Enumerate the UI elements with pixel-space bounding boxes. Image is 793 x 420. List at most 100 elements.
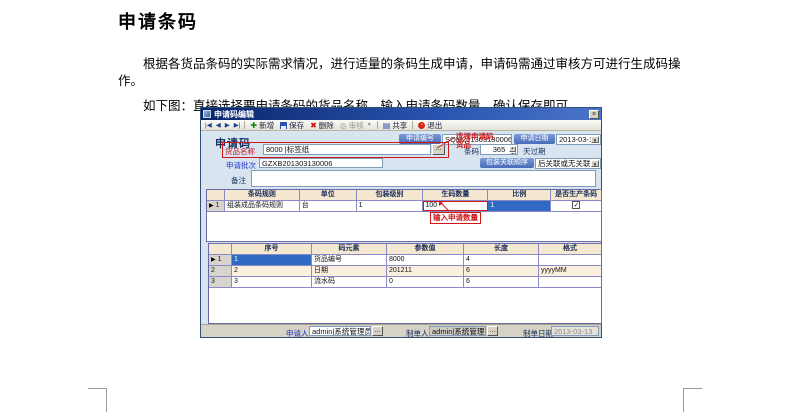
cell-format[interactable]: yyyyMM [539, 266, 601, 276]
column-header[interactable]: 参数值 [387, 244, 464, 254]
column-header[interactable]: 序号 [232, 244, 312, 254]
elements-grid-row[interactable]: 3 3 流水码 0 6 [209, 277, 601, 288]
applicant-browse-button[interactable]: ... [372, 326, 383, 336]
cell-generate-qty[interactable]: 100 [423, 201, 488, 211]
cell-element[interactable]: 货品编号 [312, 255, 387, 265]
row-number: 1 [216, 202, 220, 209]
window-title: 申请码编辑 [214, 109, 589, 120]
cell-rule[interactable]: 组装成品条码规则 [225, 201, 300, 211]
cell-element[interactable]: 日期 [312, 266, 387, 276]
annotation-select-goods: 选择申请码 货品 [456, 133, 494, 149]
audit-icon: ◎ [340, 121, 347, 130]
column-header[interactable]: 包装级别 [357, 190, 424, 200]
package-order-value: 后关联或无关联 [538, 159, 591, 168]
annotation-line: 货品 [456, 141, 494, 149]
elements-grid-row[interactable]: ▶ 1 1 货品编号 8000 4 [209, 255, 601, 266]
nav-prev-button[interactable]: ◀ [214, 121, 223, 129]
toolbar-separator [377, 121, 378, 129]
column-header[interactable]: 格式 [539, 244, 601, 254]
toolbar: |◀ ◀ ▶ ▶| ✚ 新增 保存 ✖ 删除 ◎ 审核 ▼ [201, 120, 601, 131]
row-header: 3 [209, 277, 232, 287]
add-button-label: 新增 [259, 120, 274, 131]
crop-mark [683, 388, 702, 389]
cell-format[interactable] [539, 255, 601, 265]
cell-length[interactable]: 6 [464, 277, 539, 287]
share-button-label: 共享 [392, 120, 407, 131]
apply-date-combo[interactable]: 2013-03-13 ▼ [556, 134, 601, 145]
window-titlebar: 申请码编辑 × [201, 108, 601, 120]
apply-date-dropdown-icon[interactable]: ▼ [591, 136, 599, 143]
spin-down-icon[interactable]: ▼ [509, 152, 516, 156]
row-number: 1 [218, 256, 222, 263]
row-number: 2 [211, 267, 215, 274]
applicant-label: 申请人 [286, 328, 309, 339]
column-header[interactable]: 比例 [488, 190, 551, 200]
save-button[interactable]: 保存 [277, 120, 307, 130]
cell-param[interactable]: 201211 [387, 266, 464, 276]
add-button[interactable]: ✚ 新增 [247, 120, 277, 130]
column-header[interactable]: 码元素 [312, 244, 387, 254]
cell-length[interactable]: 4 [464, 255, 539, 265]
maker-browse-button[interactable]: ... [487, 326, 498, 336]
row-number: 3 [211, 278, 215, 285]
production-barcode-checkbox[interactable]: ✓ [572, 201, 580, 209]
annotation-input-qty: 输入申请数量 [430, 212, 481, 224]
package-order-combo[interactable]: 后关联或无关联 ▼ [535, 158, 601, 169]
exit-button[interactable]: - 退出 [415, 120, 445, 130]
cell-ratio[interactable]: 1 [488, 201, 551, 211]
elements-grid-row[interactable]: 2 2 日期 201211 6 yyyyMM [209, 266, 601, 277]
cell-seq[interactable]: 3 [232, 277, 312, 287]
exit-icon: - [418, 122, 425, 129]
add-icon: ✚ [250, 121, 257, 130]
cell-element[interactable]: 流水码 [312, 277, 387, 287]
cell-param[interactable]: 0 [387, 277, 464, 287]
nav-last-button[interactable]: ▶| [232, 121, 243, 129]
cell-production-barcode[interactable]: ✓ [551, 201, 601, 211]
delete-button[interactable]: ✖ 删除 [307, 120, 337, 130]
window-icon [203, 110, 211, 118]
package-order-label: 包装关联顺序 [480, 158, 534, 168]
cell-package-level[interactable]: 1 [357, 201, 424, 211]
column-header[interactable]: 生码数量 [423, 190, 488, 200]
footer-bar: 申请人 admin|系统管理员 ... 制单人 admin|系统管理员 ... … [201, 324, 601, 337]
column-header[interactable]: 长度 [464, 244, 539, 254]
cell-unit[interactable]: 台 [300, 201, 357, 211]
form-body: 申请码 申请编号 SQM201303130006 申请日期 2013-03-13… [201, 131, 601, 326]
column-header[interactable]: 单位 [300, 190, 357, 200]
nav-first-button[interactable]: |◀ [203, 121, 214, 129]
close-icon[interactable]: × [589, 110, 599, 119]
current-row-icon: ▶ [209, 203, 214, 209]
column-header[interactable]: 条码规则 [225, 190, 300, 200]
cell-seq[interactable]: 2 [232, 266, 312, 276]
share-button[interactable]: ▤ 共享 [380, 120, 411, 130]
make-date-label: 制单日期 [523, 328, 553, 339]
audit-button[interactable]: ◎ 审核 ▼ [337, 120, 375, 130]
goods-browse-button[interactable]: ... [432, 144, 445, 155]
make-date-input[interactable]: 2013-03-13 [551, 326, 599, 336]
rules-grid-row[interactable]: ▶ 1 组装成品条码规则 台 1 100 1 ✓ [207, 201, 601, 212]
crop-mark [88, 388, 107, 389]
barcode-days-spinner[interactable]: ▲ ▼ [509, 146, 516, 155]
package-order-dropdown-icon[interactable]: ▼ [591, 160, 599, 167]
cell-param[interactable]: 8000 [387, 255, 464, 265]
page-title: 申请条码 [118, 8, 696, 34]
row-header: ▶ 1 [207, 201, 225, 211]
remark-input[interactable] [251, 170, 596, 187]
cell-seq[interactable]: 1 [232, 255, 312, 265]
cell-format[interactable] [539, 277, 601, 287]
nav-next-button[interactable]: ▶ [223, 121, 232, 129]
maker-input[interactable]: admin|系统管理员 [429, 326, 486, 336]
goods-name-input[interactable]: 8000 |标签纸 [263, 144, 431, 155]
batch-input[interactable]: GZXB201303130006 [259, 158, 383, 168]
delete-button-label: 删除 [319, 120, 334, 131]
toolbar-separator [412, 121, 413, 129]
remark-label: 备注 [231, 175, 246, 186]
barcode-expire-label: 天过期 [523, 146, 546, 157]
grid-corner [207, 190, 225, 200]
toolbar-separator [244, 121, 245, 129]
applicant-input[interactable]: admin|系统管理员 [309, 326, 371, 336]
cell-length[interactable]: 6 [464, 266, 539, 276]
document-body: 申请条码 根据各货品条码的实际需求情况，进行适量的条码生成申请，申请码需通过审核… [118, 8, 696, 115]
audit-dropdown-icon: ▼ [367, 122, 372, 128]
column-header[interactable]: 是否生产条码 [551, 190, 601, 200]
